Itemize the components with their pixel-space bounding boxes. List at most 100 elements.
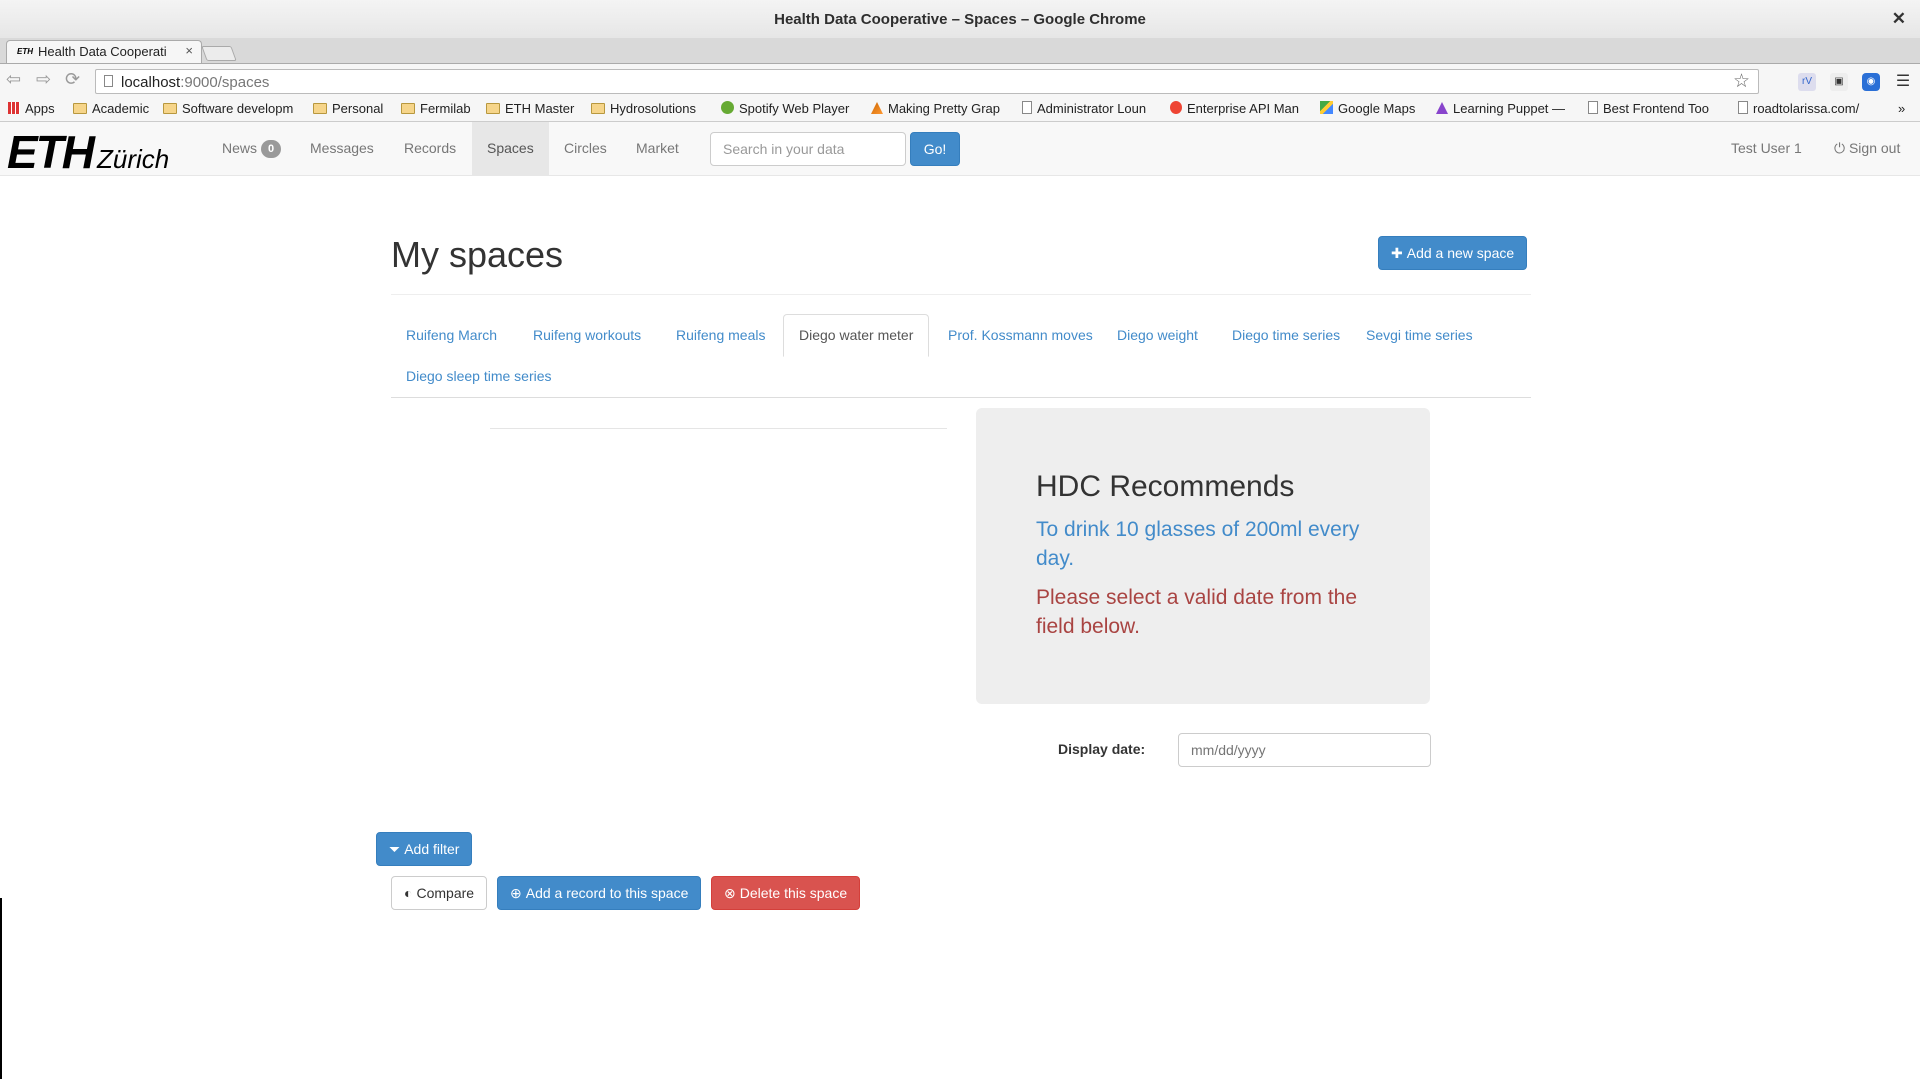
site-navbar: ETH Zürich News 0 Messages Records Spaces …: [0, 122, 1920, 179]
add-filter-button[interactable]: ⏷ Add filter: [376, 832, 473, 866]
nav-market[interactable]: Market: [621, 122, 694, 175]
new-tab-button[interactable]: [201, 46, 237, 61]
add-record-button[interactable]: ⊕ Add a record to this space: [497, 876, 702, 910]
browser-tab-title: Health Data Cooperati: [38, 44, 167, 59]
sign-out-label: Sign out: [1848, 140, 1901, 156]
browser-tab[interactable]: ETH Health Data Cooperati ×: [6, 40, 202, 63]
bookmark-apps[interactable]: Apps: [8, 101, 55, 116]
spotify-icon: [721, 101, 734, 114]
puppet-icon: [1436, 102, 1448, 114]
bookmark-folder-academic[interactable]: Academic: [73, 101, 157, 116]
bookmark-google-maps[interactable]: Google Maps: [1320, 101, 1426, 116]
matlab-icon: [871, 102, 883, 114]
folder-icon: [163, 103, 177, 114]
page-title: My spaces: [391, 234, 564, 275]
folder-icon: [73, 103, 87, 114]
bookmark-folder-personal[interactable]: Personal: [313, 101, 401, 116]
bookmark-making-pretty-graphs[interactable]: Making Pretty Grap: [871, 101, 1009, 116]
tab-diego-weight[interactable]: Diego weight: [1102, 314, 1213, 356]
bookmark-label: Enterprise API Man: [1187, 101, 1299, 116]
bookmark-label: roadtolarissa.com/: [1753, 101, 1860, 116]
bookmark-folder-hydrosolutions[interactable]: Hydrosolutions: [591, 101, 711, 116]
delete-space-button[interactable]: ⊗ Delete this space: [711, 876, 861, 910]
bookmarks-overflow-chevron-icon[interactable]: »: [1898, 101, 1905, 116]
page-icon: [1022, 101, 1032, 114]
tab-ruifeng-meals[interactable]: Ruifeng meals: [661, 314, 781, 356]
url-path: :9000/spaces: [180, 74, 270, 91]
bookmark-star-icon[interactable]: ☆: [1733, 70, 1750, 93]
extension-blue-icon[interactable]: ◉: [1862, 73, 1880, 91]
bookmark-label: Making Pretty Grap: [888, 101, 1000, 116]
bookmark-folder-eth-master[interactable]: ETH Master: [486, 101, 582, 116]
url-host: localhost: [121, 74, 181, 91]
search-go-button[interactable]: Go!: [910, 132, 960, 166]
add-space-button[interactable]: ✚ Add a new space: [1378, 236, 1528, 270]
reload-icon[interactable]: ⟳: [65, 69, 80, 90]
tab-diego-sleep-time-series[interactable]: Diego sleep time series: [391, 355, 567, 397]
bookmark-folder-fermilab[interactable]: Fermilab: [401, 101, 477, 116]
add-filter-label: Add filter: [404, 840, 460, 857]
tab-ruifeng-workouts[interactable]: Ruifeng workouts: [518, 314, 656, 356]
bookmark-folder-software[interactable]: Software developm: [163, 101, 301, 116]
maps-icon: [1320, 101, 1333, 114]
address-bar[interactable]: localhost:9000/spaces ☆: [95, 69, 1759, 94]
bookmark-label: Administrator Loun: [1037, 101, 1147, 116]
compare-button[interactable]: ◐ Compare: [391, 876, 488, 910]
title-divider: [391, 294, 1531, 295]
display-date-label: Display date:: [1058, 741, 1146, 757]
eth-zurich-logo[interactable]: ETH Zürich: [7, 125, 169, 179]
nav-circles[interactable]: Circles: [549, 122, 622, 175]
tab-close-icon[interactable]: ×: [185, 43, 193, 58]
url-text[interactable]: localhost:9000/spaces: [121, 74, 269, 91]
window-titlebar: Health Data Cooperative – Spaces – Googl…: [0, 0, 1920, 38]
chrome-menu-icon[interactable]: ☰: [1894, 73, 1912, 91]
search-input[interactable]: [710, 132, 906, 166]
bookmark-label: Google Maps: [1338, 101, 1416, 116]
tab-diego-water-meter[interactable]: Diego water meter: [783, 314, 930, 357]
nav-messages[interactable]: Messages: [295, 122, 389, 175]
left-panel-divider: [490, 428, 947, 429]
window-close-icon[interactable]: ✕: [1892, 9, 1906, 29]
bookmark-label: Personal: [332, 101, 384, 116]
recommendation-panel: HDC Recommends To drink 10 glasses of 20…: [976, 408, 1430, 704]
page-icon: [1738, 101, 1748, 114]
bookmark-administrator-lounge[interactable]: Administrator Loun: [1022, 101, 1160, 116]
compare-label: Compare: [416, 885, 475, 901]
bookmark-roadtolarissa[interactable]: roadtolarissa.com/: [1738, 101, 1876, 116]
user-menu[interactable]: Test User 1: [1731, 122, 1802, 175]
tab-ruifeng-march[interactable]: Ruifeng March: [391, 314, 512, 356]
folder-icon: [401, 103, 415, 114]
bookmarks-bar: Apps Academic Software developm Personal…: [0, 98, 1920, 122]
add-record-label: Add a record to this space: [525, 884, 689, 901]
tab-sevgi-time-series[interactable]: Sevgi time series: [1351, 314, 1488, 356]
news-count-badge: 0: [261, 140, 282, 158]
api-icon: [1170, 101, 1182, 114]
extension-evernote-icon[interactable]: ▣: [1830, 73, 1848, 91]
bookmark-label: ETH Master: [505, 101, 575, 116]
delete-space-label: Delete this space: [739, 884, 848, 901]
eth-favicon-icon: ETH: [17, 47, 33, 56]
display-date-input[interactable]: [1178, 733, 1431, 767]
back-icon[interactable]: ⇦: [6, 69, 21, 90]
bookmark-learning-puppet[interactable]: Learning Puppet —: [1436, 101, 1574, 116]
forward-icon[interactable]: ⇨: [36, 69, 51, 90]
sign-out-link[interactable]: ⏻ Sign out: [1834, 122, 1900, 175]
remove-circle-icon: ⊗: [724, 884, 736, 901]
nav-spaces[interactable]: Spaces: [472, 122, 549, 175]
bookmark-label: Hydrosolutions: [610, 101, 696, 116]
bookmark-enterprise-api[interactable]: Enterprise API Man: [1170, 101, 1310, 116]
nav-news[interactable]: News 0: [207, 122, 296, 175]
logo-eth: ETH: [7, 126, 95, 178]
page-icon: [104, 75, 113, 87]
filter-icon: ⏷: [389, 840, 401, 857]
bookmark-label: Learning Puppet —: [1453, 101, 1566, 116]
browser-toolbar: ⇦ ⇨ ⟳ localhost:9000/spaces ☆ rV ▣ ◉ ☰: [0, 63, 1920, 98]
bookmark-best-frontend-tools[interactable]: Best Frontend Too: [1588, 101, 1724, 116]
extension-rv-icon[interactable]: rV: [1798, 73, 1816, 91]
bookmark-spotify[interactable]: Spotify Web Player: [721, 101, 859, 116]
power-icon: ⏻: [1834, 140, 1846, 156]
nav-records[interactable]: Records: [389, 122, 471, 175]
tab-prof-kossmann-moves[interactable]: Prof. Kossmann moves: [933, 314, 1108, 356]
tab-diego-time-series[interactable]: Diego time series: [1217, 314, 1355, 356]
folder-icon: [486, 103, 500, 114]
